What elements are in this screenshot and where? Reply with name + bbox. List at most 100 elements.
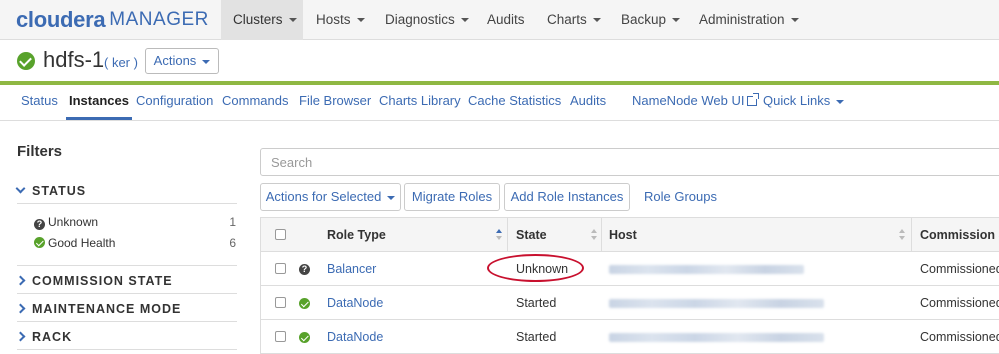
chevron-down-icon [387, 195, 396, 200]
filter-unknown-count: 1 [229, 215, 236, 229]
nav-administration-label: Administration [699, 12, 785, 27]
service-title: hdfs-1 [43, 47, 105, 72]
table-row[interactable]: DataNode Started Commissioned [261, 320, 999, 353]
nav-clusters[interactable]: Clusters [221, 0, 303, 40]
role-groups-link[interactable]: Role Groups [644, 183, 717, 211]
filter-section-rack[interactable]: RACK [15, 330, 73, 344]
filter-section-maintenance-mode-label: MAINTENANCE MODE [32, 302, 182, 316]
logo-brand-text: cloudera [16, 7, 106, 32]
column-header-role-type[interactable]: Role Type [327, 218, 386, 252]
state-cell: Started [516, 330, 557, 344]
tab-cache-statistics[interactable]: Cache Statistics [468, 85, 561, 120]
nav-hosts[interactable]: Hosts [316, 0, 365, 40]
divider [17, 265, 237, 266]
nav-diagnostics[interactable]: Diagnostics [385, 0, 469, 40]
table-header: Role Type State Host Commission St [261, 218, 999, 252]
nav-administration[interactable]: Administration [699, 0, 799, 40]
chevron-down-icon [790, 18, 799, 23]
filter-section-status-label: STATUS [32, 184, 87, 198]
check-circle-icon [34, 237, 45, 248]
commission-cell: Commissioned [920, 262, 999, 276]
nav-clusters-label: Clusters [233, 12, 283, 27]
table-row[interactable]: DataNode Started Commissioned [261, 286, 999, 320]
chevron-down-icon [460, 18, 469, 23]
chevron-down-icon [288, 18, 297, 23]
divider [601, 218, 602, 252]
check-circle-icon [17, 52, 35, 70]
filter-good-health-label: Good Health [48, 236, 116, 250]
filter-section-status[interactable]: STATUS [15, 183, 87, 198]
add-role-instances-button[interactable]: Add Role Instances [504, 183, 630, 211]
role-type-link[interactable]: Balancer [327, 252, 376, 286]
actions-for-selected-label: Actions for Selected [265, 189, 382, 204]
sort-icon[interactable] [496, 229, 502, 241]
divider [17, 293, 237, 294]
sort-icon[interactable] [591, 229, 597, 241]
select-all-checkbox[interactable] [275, 229, 286, 240]
nav-backup-label: Backup [621, 12, 667, 27]
nav-charts-label: Charts [547, 12, 587, 27]
quick-links-label: Quick Links [763, 93, 831, 108]
row-checkbox[interactable] [275, 331, 286, 342]
filter-unknown[interactable]: ? Unknown 1 [34, 215, 236, 230]
host-cell-redacted[interactable] [609, 333, 824, 342]
row-checkbox[interactable] [275, 263, 286, 274]
actions-for-selected-button[interactable]: Actions for Selected [260, 183, 401, 211]
chevron-right-icon [15, 303, 26, 314]
chevron-down-icon [202, 59, 211, 64]
chevron-right-icon [15, 331, 26, 342]
commission-cell: Commissioned [920, 296, 999, 310]
commission-cell: Commissioned [920, 330, 999, 344]
tab-audits[interactable]: Audits [570, 85, 606, 120]
host-cell-redacted[interactable] [609, 299, 824, 308]
role-type-link[interactable]: DataNode [327, 286, 383, 320]
divider [17, 321, 237, 322]
filter-section-rack-label: RACK [32, 330, 73, 344]
quick-links-dropdown[interactable]: Quick Links [763, 85, 845, 120]
filter-section-commission-state-label: COMMISSION STATE [32, 274, 173, 288]
chevron-down-icon [356, 18, 365, 23]
table-row[interactable]: ? Balancer Unknown Commissioned [261, 252, 999, 286]
chevron-down-icon [592, 18, 601, 23]
nav-hosts-label: Hosts [316, 12, 351, 27]
filter-good-health-count: 6 [229, 236, 236, 250]
external-link-icon [747, 93, 760, 106]
role-type-link[interactable]: DataNode [327, 320, 383, 353]
tab-charts-library[interactable]: Charts Library [379, 85, 461, 120]
filter-section-commission-state[interactable]: COMMISSION STATE [15, 274, 173, 288]
service-actions-button[interactable]: Actions [145, 48, 219, 74]
service-user-link[interactable]: ( ker ) [104, 55, 138, 70]
divider [17, 349, 237, 350]
search-input[interactable] [260, 148, 999, 176]
cloudera-manager-logo[interactable]: cloudera MANAGER [16, 6, 209, 34]
question-circle-icon: ? [299, 264, 310, 275]
tab-instances[interactable]: Instances [66, 85, 132, 120]
nav-diagnostics-label: Diagnostics [385, 12, 455, 27]
nav-backup[interactable]: Backup [621, 0, 681, 40]
host-cell-redacted[interactable] [609, 265, 804, 274]
namenode-web-ui-link[interactable]: NameNode Web UI [632, 85, 760, 120]
check-circle-icon [299, 332, 310, 343]
nav-charts[interactable]: Charts [547, 0, 601, 40]
tab-commands[interactable]: Commands [222, 85, 288, 120]
tab-file-browser[interactable]: File Browser [299, 85, 371, 120]
column-header-commission-state[interactable]: Commission St [920, 218, 999, 252]
namenode-web-ui-label: NameNode Web UI [632, 93, 745, 108]
tab-status[interactable]: Status [21, 85, 58, 120]
nav-audits[interactable]: Audits [487, 0, 525, 40]
row-checkbox[interactable] [275, 297, 286, 308]
column-header-host[interactable]: Host [609, 218, 637, 252]
filter-unknown-label: Unknown [48, 215, 99, 229]
migrate-roles-button[interactable]: Migrate Roles [404, 183, 500, 211]
chevron-down-icon [836, 99, 845, 104]
check-circle-icon [299, 298, 310, 309]
state-cell: Started [516, 296, 557, 310]
filter-good-health[interactable]: Good Health 6 [34, 236, 236, 250]
tab-configuration[interactable]: Configuration [136, 85, 213, 120]
service-actions-label: Actions [153, 53, 197, 68]
chevron-right-icon [15, 275, 26, 286]
sort-icon[interactable] [899, 229, 905, 241]
column-header-state[interactable]: State [516, 218, 547, 252]
filter-section-maintenance-mode[interactable]: MAINTENANCE MODE [15, 302, 182, 316]
nav-audits-label: Audits [487, 12, 525, 27]
